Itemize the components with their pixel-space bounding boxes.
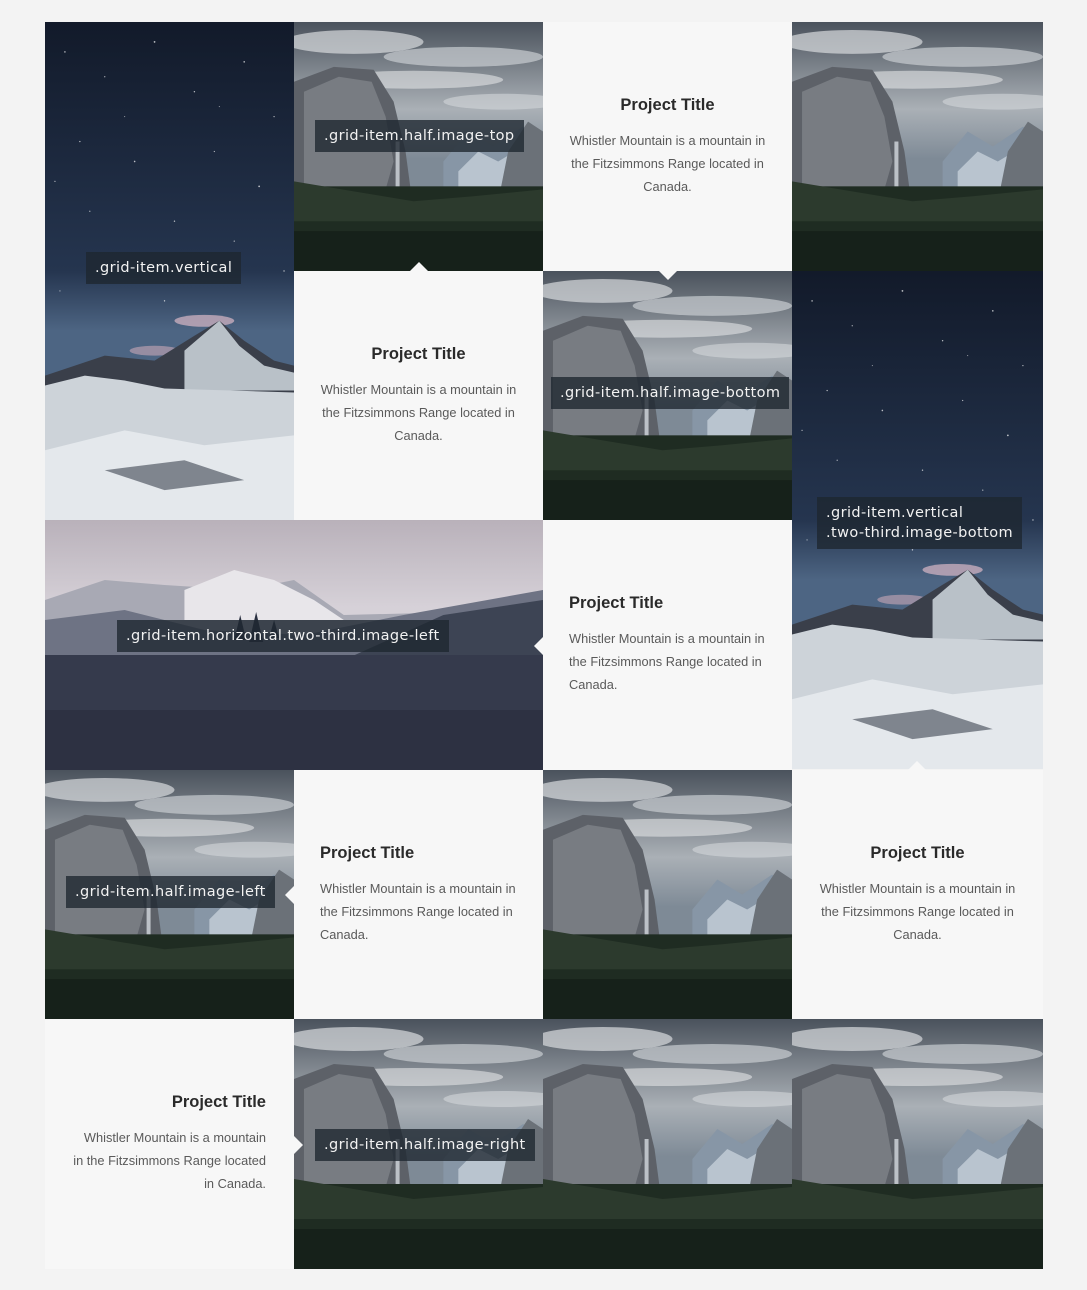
valley-image — [543, 770, 792, 1019]
project-card[interactable]: Project Title Whistler Mountain is a mou… — [45, 1019, 294, 1269]
grid-item-label: .grid-item.vertical .two-third.image-bot… — [817, 497, 1022, 549]
valley-image — [792, 1019, 1043, 1269]
grid-item-image[interactable] — [543, 1019, 792, 1269]
valley-image — [792, 22, 1043, 271]
grid-item-half-image-left[interactable]: .grid-item.half.image-left — [45, 770, 294, 1019]
portfolio-grid: .grid-item.vertical .grid-item.half.imag… — [45, 22, 1043, 1269]
project-title: Project Title — [569, 594, 664, 612]
grid-item-label: .grid-item.half.image-bottom — [551, 377, 790, 409]
project-description: Whistler Mountain is a mountain in the F… — [569, 132, 766, 194]
card-pointer — [659, 271, 677, 280]
project-card[interactable]: Project Title Whistler Mountain is a mou… — [792, 770, 1043, 1019]
project-title: Project Title — [371, 344, 466, 363]
project-description: Whistler Mountain is a mountain in the F… — [320, 381, 517, 443]
grid-item-label-line: .grid-item.vertical — [826, 505, 964, 521]
project-title: Project Title — [620, 95, 715, 114]
valley-image — [543, 1019, 792, 1269]
card-pointer — [285, 886, 294, 904]
grid-item-label: .grid-item.half.image-left — [66, 876, 275, 908]
project-title: Project Title — [171, 1093, 266, 1111]
project-description: Whistler Mountain is a mountain in the F… — [569, 631, 765, 692]
project-card[interactable]: Project Title Whistler Mountain is a mou… — [543, 520, 792, 770]
card-pointer — [534, 637, 543, 655]
project-description: Whistler Mountain is a mountain in the F… — [73, 1130, 266, 1191]
grid-item-label-line: .two-third.image-bottom — [826, 525, 1013, 541]
grid-item-image[interactable] — [543, 770, 792, 1019]
grid-item-horizontal-two-third-image-left[interactable]: .grid-item.horizontal.two-third.image-le… — [45, 520, 543, 770]
project-card[interactable]: Project Title Whistler Mountain is a mou… — [294, 770, 543, 1019]
grid-item-half-image-right[interactable]: .grid-item.half.image-right — [294, 1019, 543, 1269]
project-card[interactable]: Project Title Whistler Mountain is a mou… — [543, 22, 792, 271]
grid-item-label: .grid-item.horizontal.two-third.image-le… — [117, 620, 449, 652]
grid-item-label: .grid-item.half.image-top — [315, 120, 524, 152]
project-title: Project Title — [320, 843, 415, 862]
grid-item-vertical[interactable]: .grid-item.vertical — [45, 22, 294, 520]
card-pointer — [294, 1136, 303, 1154]
grid-item-half-image-top[interactable]: .grid-item.half.image-top — [294, 22, 543, 271]
grid-item-image[interactable] — [792, 1019, 1043, 1269]
project-description: Whistler Mountain is a mountain in the F… — [320, 880, 516, 942]
project-card[interactable]: Project Title Whistler Mountain is a mou… — [294, 271, 543, 520]
grid-item-vertical-two-third-image-bottom[interactable]: .grid-item.vertical .two-third.image-bot… — [792, 271, 1043, 769]
card-pointer — [908, 761, 926, 770]
grid-item-half-image-bottom[interactable]: .grid-item.half.image-bottom — [543, 271, 792, 520]
grid-item-label: .grid-item.vertical — [86, 252, 242, 284]
project-title: Project Title — [870, 843, 965, 862]
project-description: Whistler Mountain is a mountain in the F… — [819, 880, 1016, 942]
grid-item-label: .grid-item.half.image-right — [315, 1129, 535, 1161]
card-pointer — [410, 262, 428, 271]
grid-item-image[interactable] — [792, 22, 1043, 271]
